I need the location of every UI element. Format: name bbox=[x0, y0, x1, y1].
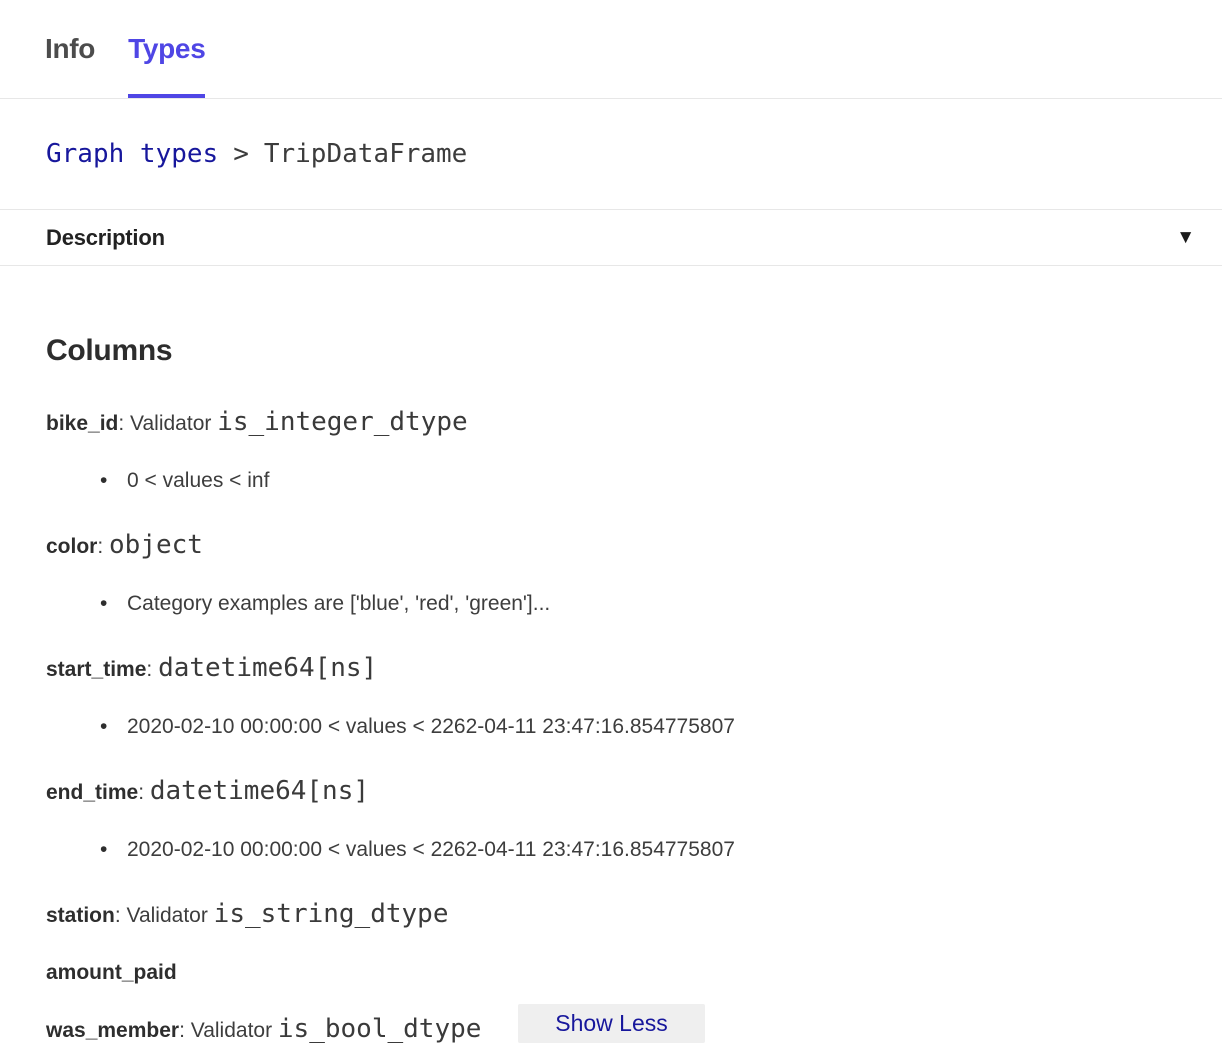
column-entries-list: bike_id: Validator is_integer_dtype•0 < … bbox=[46, 409, 1176, 1044]
columns-heading: Columns bbox=[46, 336, 1176, 366]
column-dtype-code: is_bool_dtype bbox=[278, 1016, 482, 1044]
column-name: bike_id bbox=[46, 412, 118, 435]
breadcrumb: Graph types > TripDataFrame bbox=[0, 99, 1222, 210]
bullet-icon: • bbox=[100, 467, 127, 494]
description-section-header[interactable]: Description ▼ bbox=[0, 210, 1222, 266]
constraint-item: •2020-02-10 00:00:00 < values < 2262-04-… bbox=[46, 836, 1176, 863]
column-dtype-code: object bbox=[109, 530, 203, 560]
column-dtype-code: datetime64[ns] bbox=[158, 653, 377, 683]
column-descriptor: : Validator bbox=[115, 904, 214, 927]
column-entry-bike_id: bike_id: Validator is_integer_dtype bbox=[46, 409, 1176, 437]
bullet-icon: • bbox=[100, 590, 127, 617]
column-entry-end_time: end_time: datetime64[ns] bbox=[46, 778, 1176, 806]
column-name: color bbox=[46, 535, 97, 558]
constraint-item: •Category examples are ['blue', 'red', '… bbox=[46, 590, 1176, 617]
column-entry-station: station: Validator is_string_dtype bbox=[46, 901, 1176, 929]
description-label: Description bbox=[46, 225, 165, 251]
tab-info[interactable]: Info bbox=[45, 0, 95, 98]
types-page: Info Types Graph types > TripDataFrame D… bbox=[0, 0, 1222, 1062]
column-dtype-code: datetime64[ns] bbox=[150, 776, 369, 806]
constraint-text: Category examples are ['blue', 'red', 'g… bbox=[127, 592, 550, 615]
tab-info-label: Info bbox=[45, 33, 95, 65]
tab-bar: Info Types bbox=[0, 0, 1222, 99]
column-descriptor: : bbox=[146, 658, 158, 681]
column-name: was_member bbox=[46, 1019, 179, 1042]
column-name: station bbox=[46, 904, 115, 927]
breadcrumb-link-graph-types[interactable]: Graph types bbox=[46, 139, 218, 169]
columns-section: Columns bike_id: Validator is_integer_dt… bbox=[0, 266, 1222, 1044]
constraint-text: 2020-02-10 00:00:00 < values < 2262-04-1… bbox=[127, 715, 735, 738]
chevron-down-icon[interactable]: ▼ bbox=[1176, 228, 1195, 247]
constraint-text: 2020-02-10 00:00:00 < values < 2262-04-1… bbox=[127, 838, 735, 861]
constraint-item: •0 < values < inf bbox=[46, 467, 1176, 494]
breadcrumb-separator: > bbox=[233, 139, 249, 169]
tab-types-label: Types bbox=[128, 33, 205, 65]
column-descriptor: : Validator bbox=[179, 1019, 278, 1042]
column-entry-was_member: was_member: Validator is_bool_dtype bbox=[46, 1016, 518, 1044]
constraint-text: 0 < values < inf bbox=[127, 469, 269, 492]
column-name: start_time bbox=[46, 658, 146, 681]
bullet-icon: • bbox=[100, 836, 127, 863]
column-entry-amount_paid: amount_paid bbox=[46, 959, 1176, 986]
column-name: amount_paid bbox=[46, 961, 177, 984]
bullet-icon: • bbox=[100, 713, 127, 740]
tab-types[interactable]: Types bbox=[128, 0, 205, 98]
column-entry-color: color: object bbox=[46, 532, 1176, 560]
column-descriptor: : bbox=[138, 781, 150, 804]
show-less-button[interactable]: Show Less bbox=[518, 1004, 705, 1043]
column-descriptor: : bbox=[97, 535, 109, 558]
column-dtype-code: is_integer_dtype bbox=[217, 407, 467, 437]
column-dtype-code: is_string_dtype bbox=[214, 899, 449, 929]
column-descriptor: : Validator bbox=[118, 412, 217, 435]
constraint-item: •2020-02-10 00:00:00 < values < 2262-04-… bbox=[46, 713, 1176, 740]
column-name: end_time bbox=[46, 781, 138, 804]
breadcrumb-current-tripdataframe: TripDataFrame bbox=[264, 139, 468, 169]
column-entry-start_time: start_time: datetime64[ns] bbox=[46, 655, 1176, 683]
